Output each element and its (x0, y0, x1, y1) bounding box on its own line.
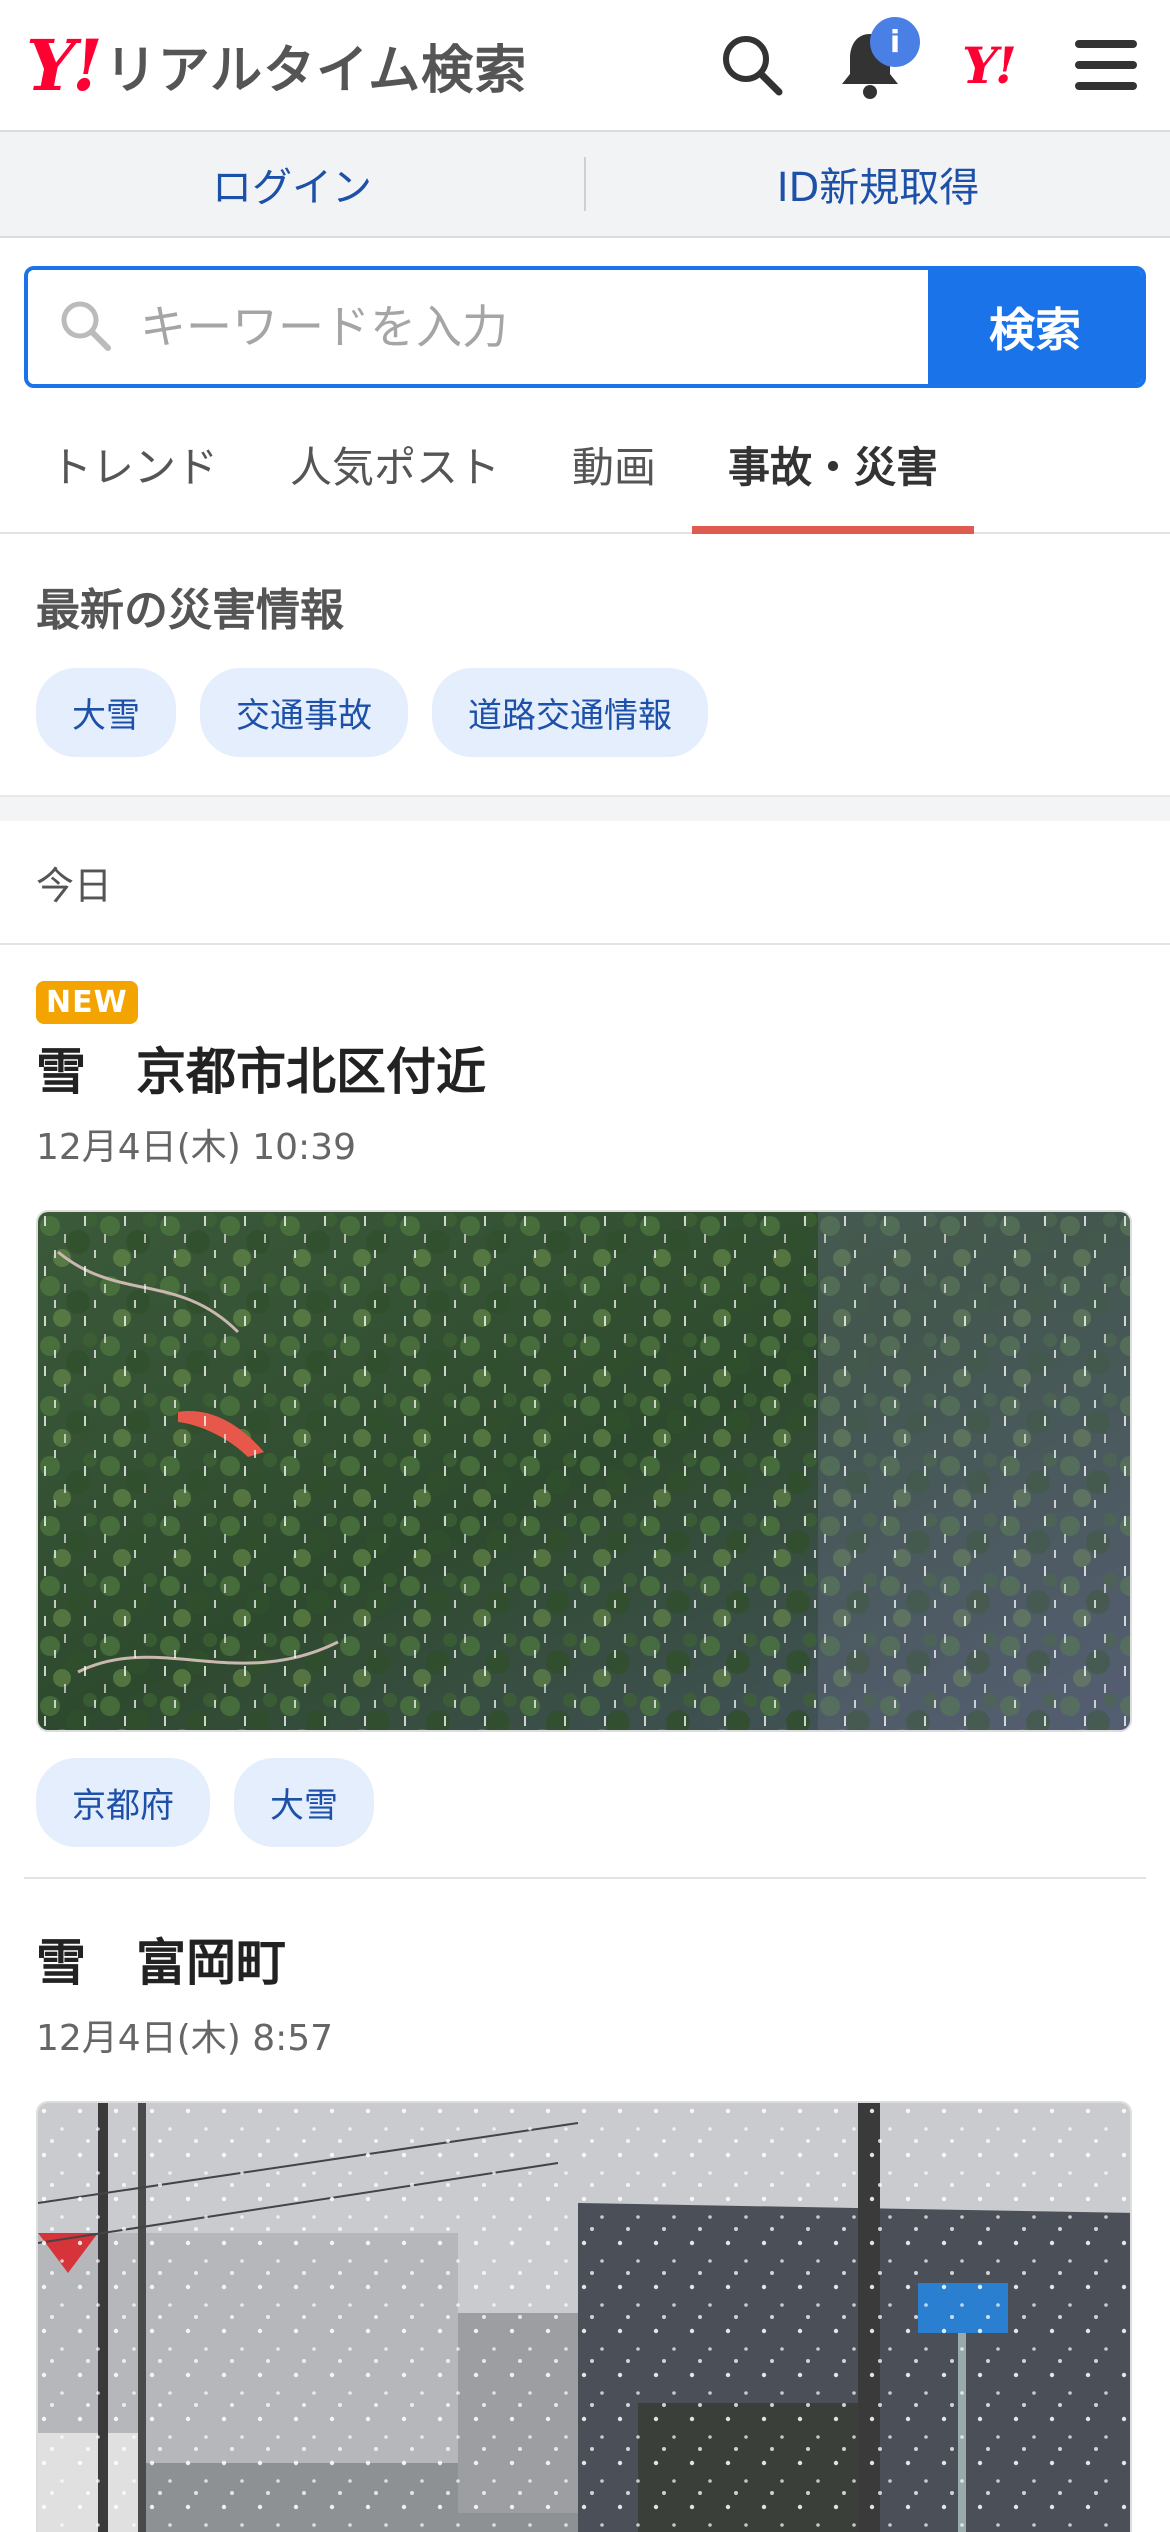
search-section: 検索 (0, 238, 1170, 388)
article-title[interactable]: 雪 富岡町 (36, 1923, 1134, 1995)
article-time: 12月4日(木) 8:57 (36, 2018, 334, 2059)
bell-icon[interactable]: i (832, 17, 920, 103)
search-field-icon (58, 298, 112, 356)
chip-heavy-snow[interactable]: 大雪 (36, 668, 176, 757)
tab-popular-posts[interactable]: 人気ポスト (254, 396, 536, 532)
search-button[interactable]: 検索 (928, 270, 1142, 384)
yahoo-realtime-logo[interactable]: Y! リアルタイム検索 (26, 24, 527, 107)
article-title[interactable]: 雪 京都市北区付近 (36, 1032, 1134, 1104)
article-time: 12月4日(木) 10:39 (36, 1127, 356, 1168)
logo-text: リアルタイム検索 (104, 40, 528, 101)
tab-video[interactable]: 動画 (536, 396, 692, 532)
yahoo-account-icon[interactable]: Y! (950, 27, 1026, 103)
tag-kyoto[interactable]: 京都府 (36, 1758, 210, 1847)
app-header: Y! リアルタイム検索 i Y! (0, 0, 1170, 132)
menu-icon[interactable] (1068, 27, 1144, 103)
disaster-info-title: 最新の災害情報 (36, 585, 344, 636)
search-input[interactable] (140, 300, 928, 354)
article-tags: 京都府 大雪 (36, 1758, 1134, 1877)
register-link[interactable]: ID新規取得 (586, 155, 1170, 213)
chip-road-traffic-info[interactable]: 道路交通情報 (432, 668, 708, 757)
header-icons: i Y! (714, 17, 1144, 103)
tag-heavy-snow[interactable]: 大雪 (234, 1758, 374, 1847)
notification-badge: i (870, 17, 920, 67)
search-input-area[interactable] (28, 270, 928, 384)
login-bar: ログイン ID新規取得 (0, 132, 1170, 238)
article-image-snowy-foliage[interactable] (36, 1210, 1132, 1732)
disaster-info-section: 最新の災害情報 大雪 交通事故 道路交通情報 (0, 534, 1170, 797)
search-icon[interactable] (714, 27, 790, 103)
article-card[interactable]: NEW 雪 京都市北区付近 12月4日(木) 10:39 京都府 大雪 (0, 945, 1170, 1877)
disaster-chips: 大雪 交通事故 道路交通情報 (36, 668, 1134, 757)
new-badge: NEW (36, 981, 138, 1024)
tab-disaster[interactable]: 事故・災害 (692, 396, 975, 534)
search-box: 検索 (24, 266, 1146, 388)
article-card[interactable]: 雪 富岡町 12月4日(木) 8:57 (0, 1879, 1170, 2532)
login-link[interactable]: ログイン (0, 155, 584, 213)
section-gap (0, 797, 1170, 821)
date-heading: 今日 (0, 821, 1170, 945)
yahoo-small-logo: Y! (962, 35, 1017, 95)
chip-traffic-accident[interactable]: 交通事故 (200, 668, 408, 757)
category-tabs: トレンド 人気ポスト 動画 事故・災害 (0, 396, 1170, 534)
tab-trend[interactable]: トレンド (14, 396, 254, 532)
article-image-snowy-street[interactable] (36, 2101, 1132, 2532)
yahoo-logo-mark: Y! (26, 23, 103, 107)
